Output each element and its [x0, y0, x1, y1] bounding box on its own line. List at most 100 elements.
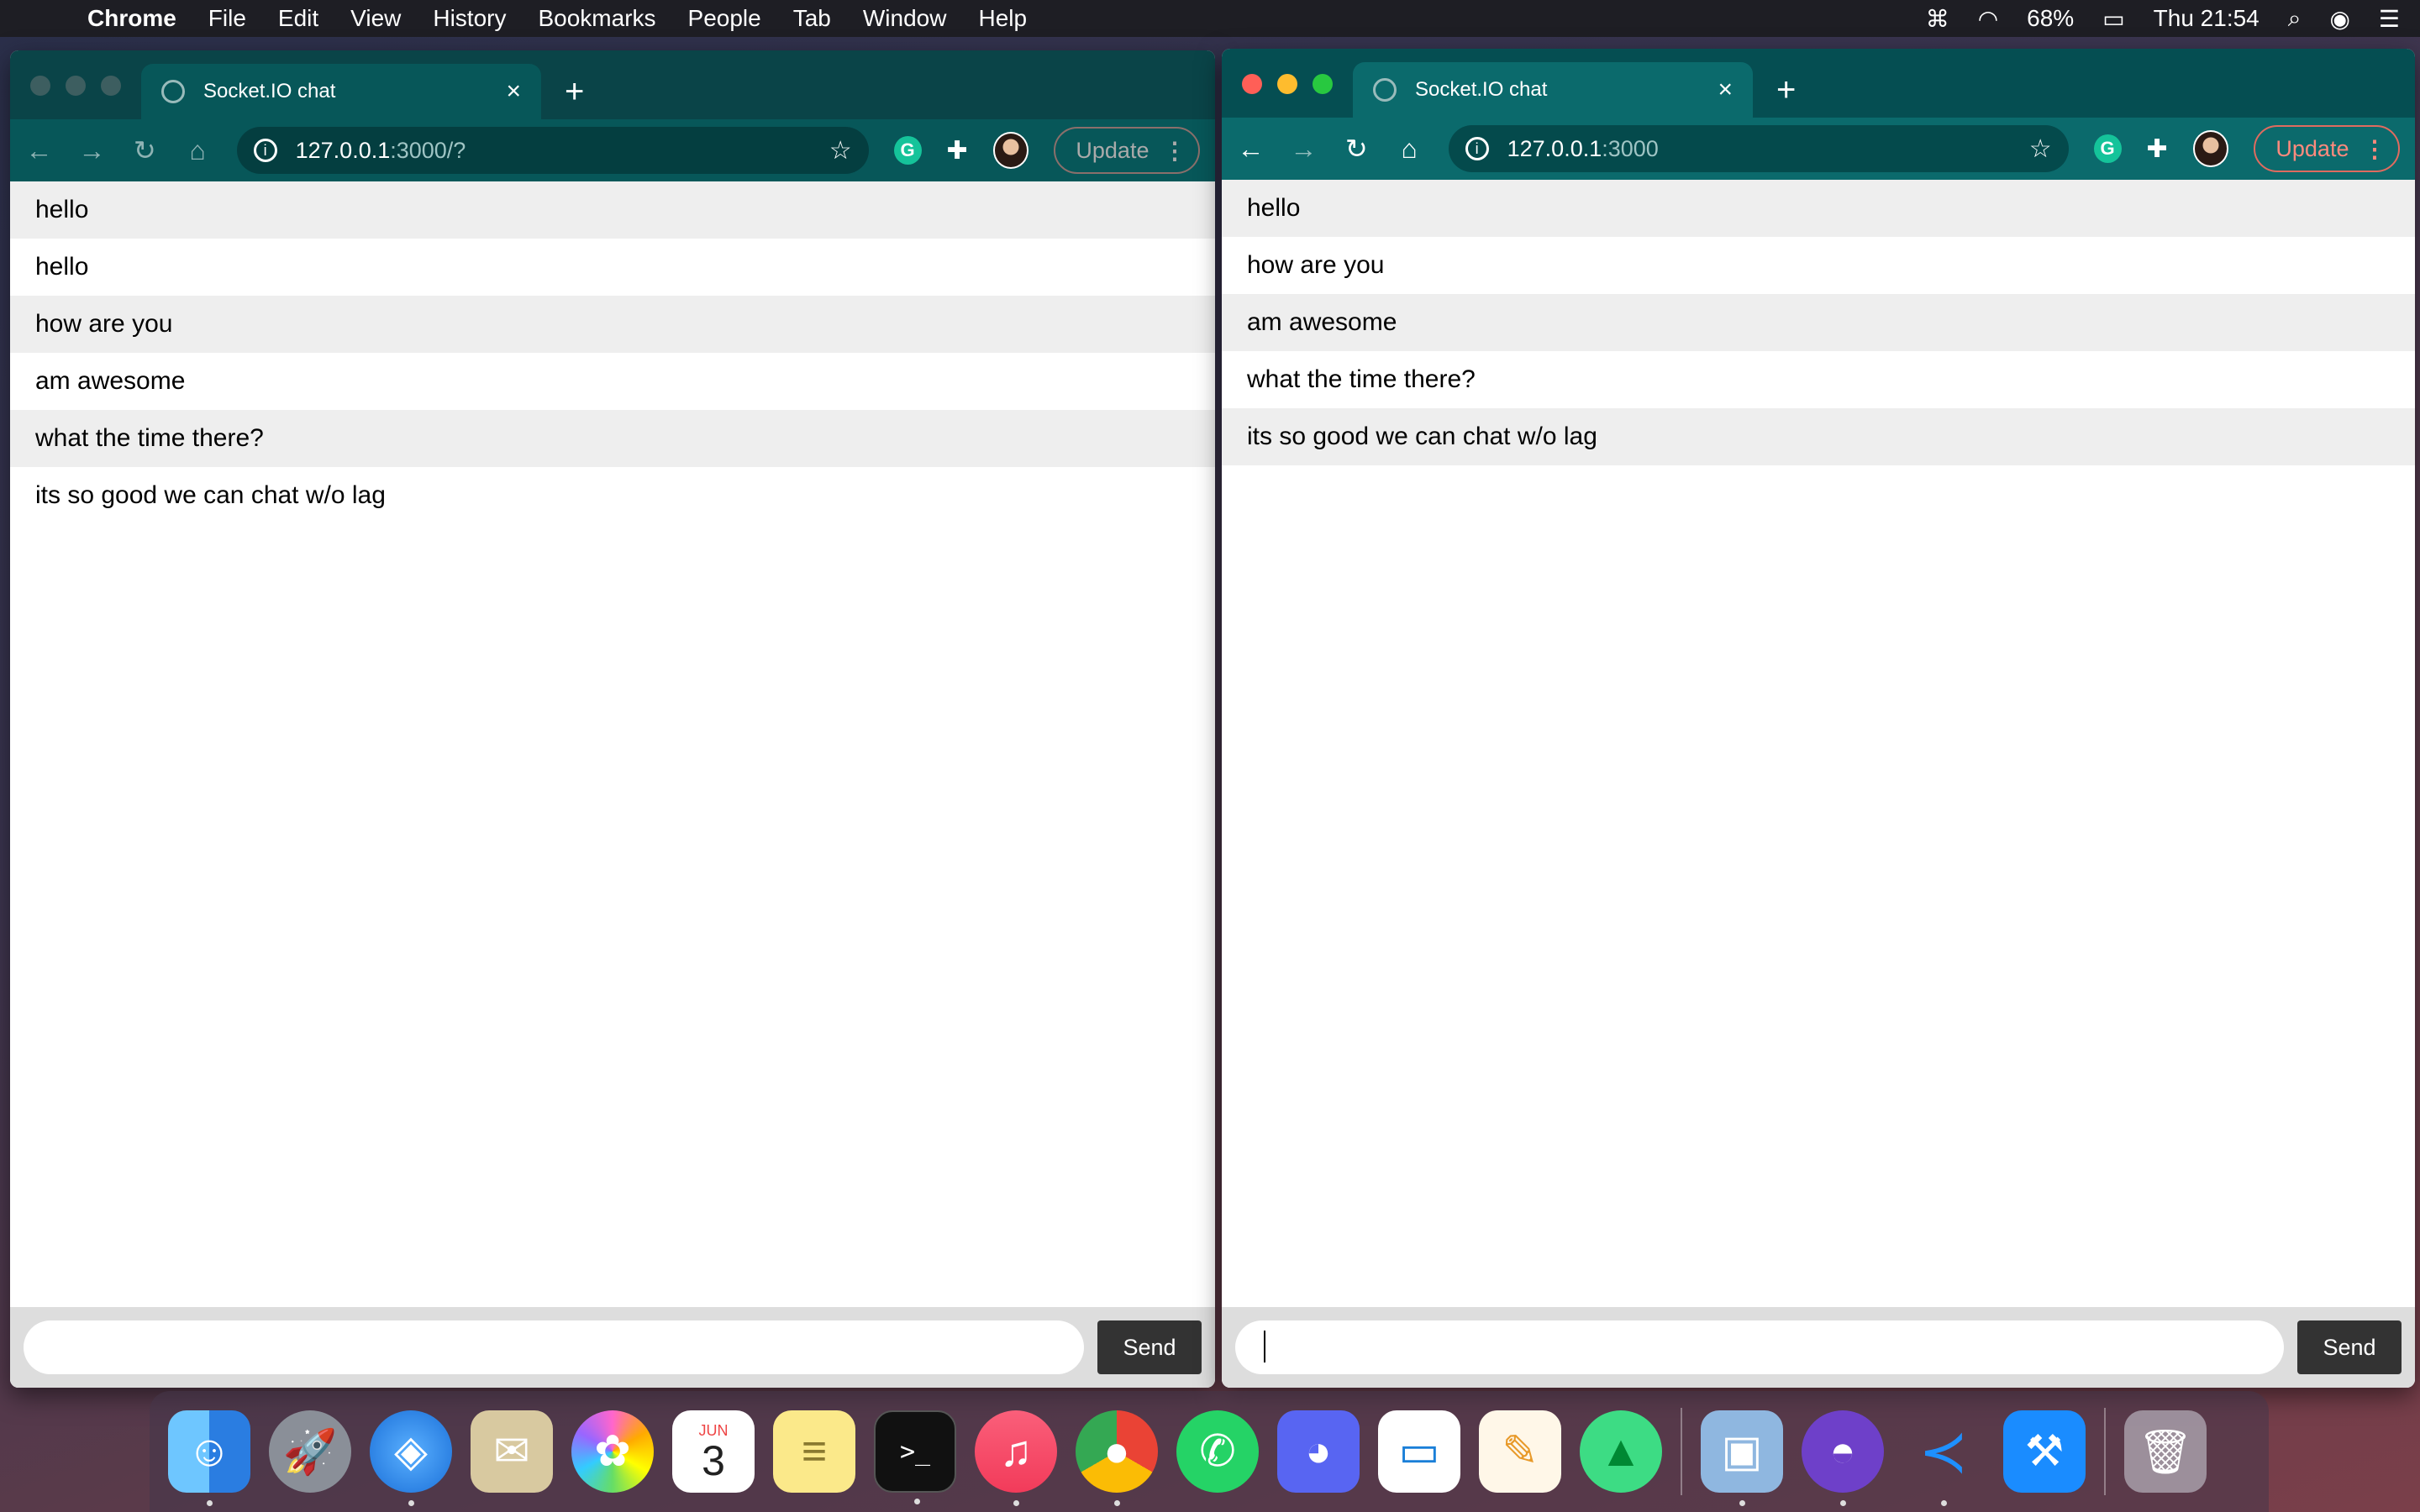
battery-percent[interactable]: 68% [2027, 5, 2074, 32]
terminal-icon[interactable]: >_ [874, 1410, 956, 1504]
forward-icon[interactable]: → [78, 135, 106, 166]
menu-history[interactable]: History [433, 5, 506, 32]
close-window-button[interactable] [1242, 74, 1262, 94]
update-label: Update [2275, 135, 2349, 161]
menu-people[interactable]: People [688, 5, 761, 32]
message-form: Send [10, 1307, 1215, 1388]
browser-toolbar: ← → ↻ ⌂ i 127.0.0.1:3000 ☆ G ✚ Update ⋮ [1222, 118, 2415, 180]
globe-icon [161, 80, 185, 103]
message-item: what the time there? [10, 410, 1215, 467]
message-input[interactable] [1235, 1320, 2284, 1374]
menu-window[interactable]: Window [863, 5, 947, 32]
calendar-icon[interactable]: JUN 3 [672, 1410, 755, 1493]
url-host: 127.0.0.1 [1507, 135, 1602, 161]
update-button[interactable]: Update ⋮ [1054, 127, 1201, 174]
home-icon[interactable]: ⌂ [1396, 134, 1423, 165]
github-desktop-icon[interactable]: ◓ [1802, 1410, 1884, 1506]
address-bar[interactable]: i 127.0.0.1:3000/? ☆ [236, 127, 869, 174]
minimize-window-button[interactable] [66, 76, 86, 96]
tab-socketio-chat[interactable]: Socket.IO chat × [141, 64, 541, 119]
home-icon[interactable]: ⌂ [184, 135, 212, 166]
menu-help[interactable]: Help [978, 5, 1027, 32]
grammarly-extension-icon[interactable]: G [2093, 134, 2122, 163]
android-studio-icon[interactable]: ▲ [1580, 1410, 1662, 1493]
bookmark-star-icon[interactable]: ☆ [829, 136, 852, 165]
safari-icon[interactable]: ◈ [370, 1410, 452, 1506]
send-button[interactable]: Send [1097, 1320, 1202, 1374]
reload-icon[interactable]: ↻ [131, 134, 159, 166]
finder-icon[interactable]: ☺ [168, 1410, 250, 1506]
address-bar[interactable]: i 127.0.0.1:3000 ☆ [1448, 125, 2069, 172]
tab-title: Socket.IO chat [1415, 78, 1548, 101]
wifi-icon[interactable]: ◠ [1978, 5, 1998, 33]
photos-icon[interactable]: ✿ [571, 1410, 654, 1493]
vscode-icon[interactable]: ≺ [1902, 1410, 1985, 1506]
message-item: what the time there? [1247, 365, 1476, 393]
mail-stamp-icon[interactable]: ✉ [471, 1410, 553, 1493]
info-icon[interactable]: i [1465, 137, 1489, 160]
tab-socketio-chat[interactable]: Socket.IO chat × [1353, 62, 1753, 118]
chat-page: hello hello how are you am awesome what … [10, 181, 1215, 1388]
zoom-window-button[interactable] [1313, 74, 1333, 94]
new-tab-icon[interactable]: + [565, 73, 584, 111]
running-indicator [914, 1499, 920, 1504]
launchpad-icon[interactable]: 🚀 [269, 1410, 351, 1493]
spotlight-search-icon[interactable]: ⌕ [2288, 5, 2302, 33]
pages-icon[interactable]: ✎ [1479, 1410, 1561, 1493]
keyboard-icon[interactable]: ⌘ [1926, 5, 1949, 33]
menu-tab[interactable]: Tab [793, 5, 831, 32]
zoom-window-button[interactable] [101, 76, 121, 96]
siri-icon[interactable]: ◉ [2329, 5, 2349, 33]
dock: ☺ 🚀 ◈ ✉ ✿ JUN 3 ≡ >_ ♫ ● ✆ ◕ ▭ ✎ ▲ ▣ ◓ ≺… [150, 1391, 2269, 1512]
message-item: am awesome [35, 367, 186, 395]
clock[interactable]: Thu 21:54 [2154, 5, 2260, 32]
url-host: 127.0.0.1 [295, 137, 391, 163]
minimize-window-button[interactable] [1277, 74, 1297, 94]
send-button[interactable]: Send [2297, 1320, 2402, 1374]
battery-icon[interactable]: ▭ [2102, 5, 2124, 33]
trash-icon[interactable]: 🗑 [2124, 1410, 2207, 1493]
running-indicator [1114, 1500, 1120, 1506]
grammarly-extension-icon[interactable]: G [893, 136, 922, 165]
message-input[interactable] [24, 1320, 1084, 1374]
keynote-icon[interactable]: ▭ [1378, 1410, 1460, 1493]
update-button[interactable]: Update ⋮ [2254, 125, 2401, 172]
info-icon[interactable]: i [253, 139, 277, 162]
menu-app-name[interactable]: Chrome [87, 5, 176, 32]
kebab-menu-icon[interactable]: ⋮ [2363, 135, 2386, 163]
music-icon[interactable]: ♫ [975, 1410, 1057, 1506]
menu-bookmarks[interactable]: Bookmarks [538, 5, 655, 32]
kebab-menu-icon[interactable]: ⋮ [1163, 137, 1186, 165]
forward-icon[interactable]: → [1290, 134, 1318, 165]
chrome-icon[interactable]: ● [1076, 1410, 1158, 1506]
menu-edit[interactable]: Edit [278, 5, 318, 32]
close-window-button[interactable] [30, 76, 50, 96]
extensions-puzzle-icon[interactable]: ✚ [947, 136, 968, 165]
profile-avatar[interactable] [2192, 130, 2229, 167]
menu-file[interactable]: File [208, 5, 246, 32]
profile-avatar[interactable] [992, 132, 1029, 169]
preview-icon[interactable]: ▣ [1701, 1410, 1783, 1506]
new-tab-icon[interactable]: + [1776, 71, 1796, 109]
notes-icon[interactable]: ≡ [773, 1410, 855, 1493]
message-item: hello [1222, 180, 2415, 237]
close-tab-icon[interactable]: × [1718, 76, 1733, 104]
menu-view[interactable]: View [350, 5, 401, 32]
back-icon[interactable]: ← [1237, 134, 1265, 165]
extensions-puzzle-icon[interactable]: ✚ [2147, 134, 2168, 164]
dock-separator [1681, 1408, 1682, 1495]
window-controls [1242, 74, 1333, 94]
message-item: its so good we can chat w/o lag [35, 481, 386, 509]
update-label: Update [1076, 137, 1150, 163]
browser-window-right: Socket.IO chat × + ← → ↻ ⌂ i 127.0.0.1:3… [1222, 49, 2415, 1388]
whatsapp-icon[interactable]: ✆ [1176, 1410, 1259, 1493]
close-tab-icon[interactable]: × [506, 77, 521, 106]
reload-icon[interactable]: ↻ [1343, 133, 1370, 165]
bookmark-star-icon[interactable]: ☆ [2029, 134, 2052, 164]
text-caret [1264, 1331, 1265, 1362]
control-center-icon[interactable]: ☰ [2379, 5, 2400, 33]
xcode-icon[interactable]: ⚒ [2003, 1410, 2086, 1493]
back-icon[interactable]: ← [25, 135, 53, 166]
running-indicator [207, 1500, 213, 1506]
discord-icon[interactable]: ◕ [1277, 1410, 1360, 1493]
